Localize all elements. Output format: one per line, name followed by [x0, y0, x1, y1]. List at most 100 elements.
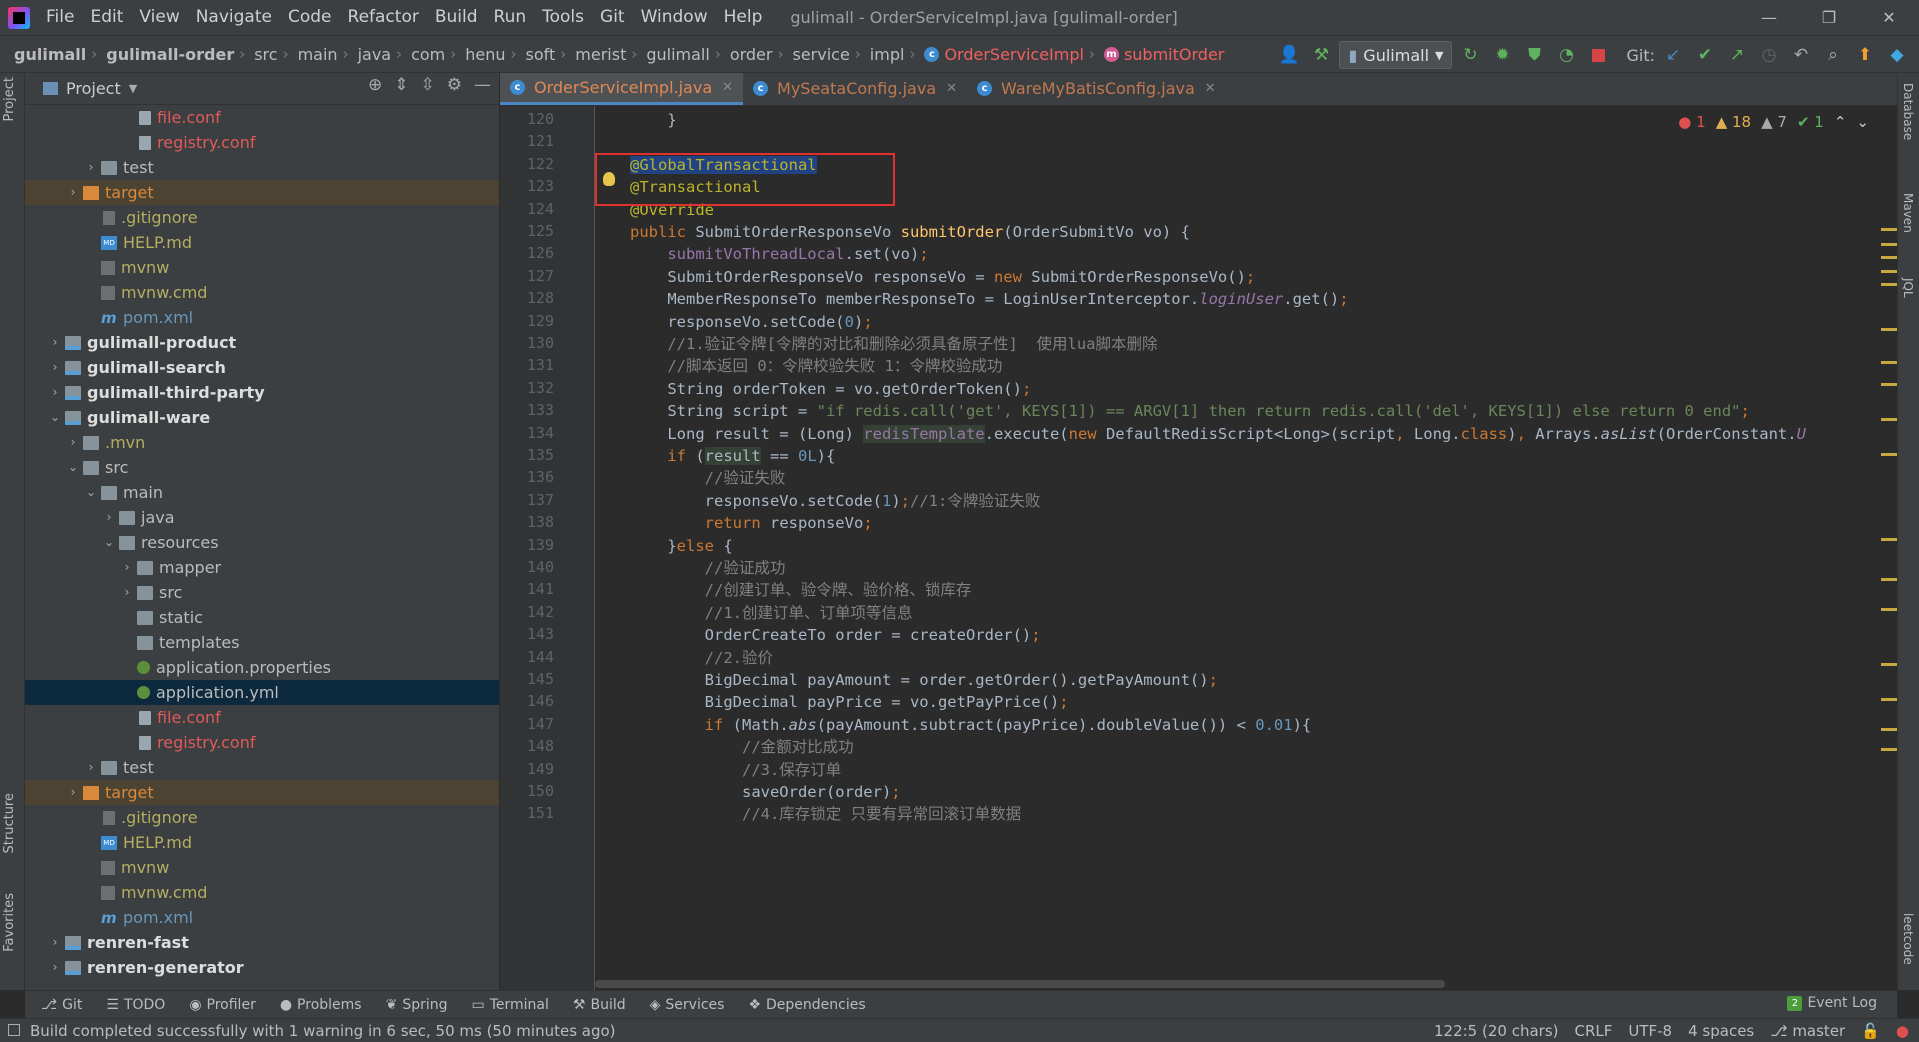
menu-refactor[interactable]: Refactor [340, 0, 427, 35]
minimize-button[interactable]: — [1739, 0, 1799, 35]
error-stripe[interactable] [1881, 108, 1897, 978]
chevron-down-icon[interactable]: ⌄ [47, 405, 63, 430]
tree-item[interactable]: file.conf [25, 705, 499, 730]
tree-item[interactable]: mvnw.cmd [25, 880, 499, 905]
tree-item[interactable]: mvnw.cmd [25, 280, 499, 305]
tree-item[interactable]: › gulimall-search [25, 355, 499, 380]
breadcrumb-item[interactable]: service [786, 45, 851, 64]
tool-tab-services[interactable]: ◈ Services [640, 997, 735, 1013]
tool-tab-problems[interactable]: ● Problems [270, 997, 372, 1013]
event-log-button[interactable]: 2 Event Log [1787, 995, 1877, 1011]
breadcrumb-item[interactable]: order [724, 45, 775, 64]
hide-panel-icon[interactable]: — [474, 75, 491, 95]
menu-help[interactable]: Help [716, 0, 771, 35]
status-panel-icon[interactable] [8, 1024, 20, 1036]
menu-run[interactable]: Run [486, 0, 535, 35]
tree-item[interactable]: .gitignore [25, 805, 499, 830]
git-push-icon[interactable]: ↗ [1723, 41, 1751, 69]
tree-item[interactable]: › java [25, 505, 499, 530]
tree-item[interactable]: ⌄ main [25, 480, 499, 505]
warning-stripe-mark[interactable] [1881, 748, 1897, 751]
menu-file[interactable]: File [38, 0, 82, 35]
tree-item[interactable]: MD HELP.md [25, 830, 499, 855]
tree-item[interactable]: › .mvn [25, 430, 499, 455]
coverage-icon[interactable]: ⛊ [1520, 41, 1548, 69]
breadcrumb-item[interactable]: merist [569, 45, 628, 64]
warning-stripe-mark[interactable] [1881, 383, 1897, 386]
tool-tab-spring[interactable]: ❦ Spring [376, 997, 458, 1013]
update-icon[interactable]: ⬆ [1851, 41, 1879, 69]
dropdown-icon[interactable]: ▼ [129, 82, 137, 95]
tool-tab-build[interactable]: ⚒ Build [563, 997, 636, 1013]
editor-tab[interactable]: c MySeataConfig.java ✕ [743, 73, 967, 105]
stop-icon[interactable]: ■ [1584, 41, 1612, 69]
maven-tool-tab[interactable]: Maven [1901, 193, 1915, 233]
warning-stripe-mark[interactable] [1881, 328, 1897, 331]
tree-item[interactable]: .gitignore [25, 205, 499, 230]
chevron-right-icon[interactable]: › [47, 380, 63, 405]
tree-item[interactable]: registry.conf [25, 730, 499, 755]
warning-stripe-mark[interactable] [1881, 361, 1897, 364]
menu-navigate[interactable]: Navigate [188, 0, 280, 35]
tree-item[interactable]: › mapper [25, 555, 499, 580]
tree-item[interactable]: MD HELP.md [25, 230, 499, 255]
chevron-right-icon[interactable]: › [65, 430, 81, 455]
previous-highlight-icon[interactable]: ⌃ [1834, 113, 1847, 131]
chevron-right-icon[interactable]: › [65, 780, 81, 805]
git-branch[interactable]: ⎇ master [1770, 1022, 1845, 1040]
warning-stripe-mark[interactable] [1881, 728, 1897, 731]
warning-stripe-mark[interactable] [1881, 663, 1897, 666]
git-history-icon[interactable]: ◷ [1755, 41, 1783, 69]
tree-item[interactable]: application.properties [25, 655, 499, 680]
next-highlight-icon[interactable]: ⌄ [1856, 113, 1869, 131]
tree-item[interactable]: › test [25, 155, 499, 180]
chevron-right-icon[interactable]: › [65, 180, 81, 205]
tree-item[interactable]: application.yml [25, 680, 499, 705]
warning-stripe-mark[interactable] [1881, 453, 1897, 456]
tree-item[interactable]: static [25, 605, 499, 630]
git-update-icon[interactable]: ↙ [1659, 41, 1687, 69]
chevron-right-icon[interactable]: › [47, 330, 63, 355]
database-tool-tab[interactable]: Database [1901, 83, 1915, 140]
inspection-widget[interactable]: ● 1 ▲ 18 ▲ 7 ✔ 1 ⌃ ⌄ [1678, 113, 1869, 131]
breadcrumb-item[interactable]: gulimall-order [100, 45, 236, 64]
run-config-selector[interactable]: ▮ Gulimall ▼ [1339, 41, 1453, 69]
tool-tab-todo[interactable]: ☰ TODO [96, 997, 175, 1013]
leetcode-tool-tab[interactable]: leetcode [1901, 913, 1915, 965]
menu-window[interactable]: Window [633, 0, 716, 35]
code-line[interactable]: } [630, 107, 676, 134]
tree-item[interactable]: › target [25, 780, 499, 805]
chevron-down-icon[interactable]: ⌄ [101, 530, 117, 555]
warning-stripe-mark[interactable] [1881, 270, 1897, 273]
horizontal-scrollbar[interactable] [595, 980, 1445, 988]
tree-item[interactable]: › src [25, 580, 499, 605]
chevron-down-icon[interactable]: ⌄ [65, 455, 81, 480]
warning-stripe-mark[interactable] [1881, 256, 1897, 259]
tree-item[interactable]: › target [25, 180, 499, 205]
close-tab-icon[interactable]: ✕ [1205, 81, 1216, 96]
chevron-right-icon[interactable]: › [119, 580, 135, 605]
tree-item[interactable]: templates [25, 630, 499, 655]
favorites-tool-tab[interactable]: Favorites [2, 893, 17, 952]
tool-tab-dependencies[interactable]: ❖ Dependencies [738, 997, 875, 1013]
chevron-right-icon[interactable]: › [101, 505, 117, 530]
tree-item[interactable]: › gulimall-product [25, 330, 499, 355]
tree-item[interactable]: file.conf [25, 105, 499, 130]
tree-item[interactable]: › renren-fast [25, 930, 499, 955]
warning-stripe-mark[interactable] [1881, 418, 1897, 421]
tool-tab-terminal[interactable]: ▭ Terminal [462, 997, 559, 1013]
breadcrumb-item[interactable]: java [352, 45, 394, 64]
menu-view[interactable]: View [131, 0, 187, 35]
warning-stripe-mark[interactable] [1881, 243, 1897, 246]
indent-setting[interactable]: 4 spaces [1688, 1022, 1754, 1040]
debug-icon[interactable]: ✹ [1488, 41, 1516, 69]
structure-tool-tab[interactable]: Structure [2, 793, 17, 853]
tree-item[interactable]: ⌄ resources [25, 530, 499, 555]
menu-code[interactable]: Code [280, 0, 340, 35]
locate-icon[interactable]: ⊕ [368, 75, 382, 95]
close-tab-icon[interactable]: ✕ [946, 81, 957, 96]
chevron-right-icon[interactable]: › [83, 755, 99, 780]
menu-tools[interactable]: Tools [534, 0, 592, 35]
breadcrumb-item[interactable]: henu [459, 45, 507, 64]
lightbulb-icon[interactable] [603, 172, 615, 186]
